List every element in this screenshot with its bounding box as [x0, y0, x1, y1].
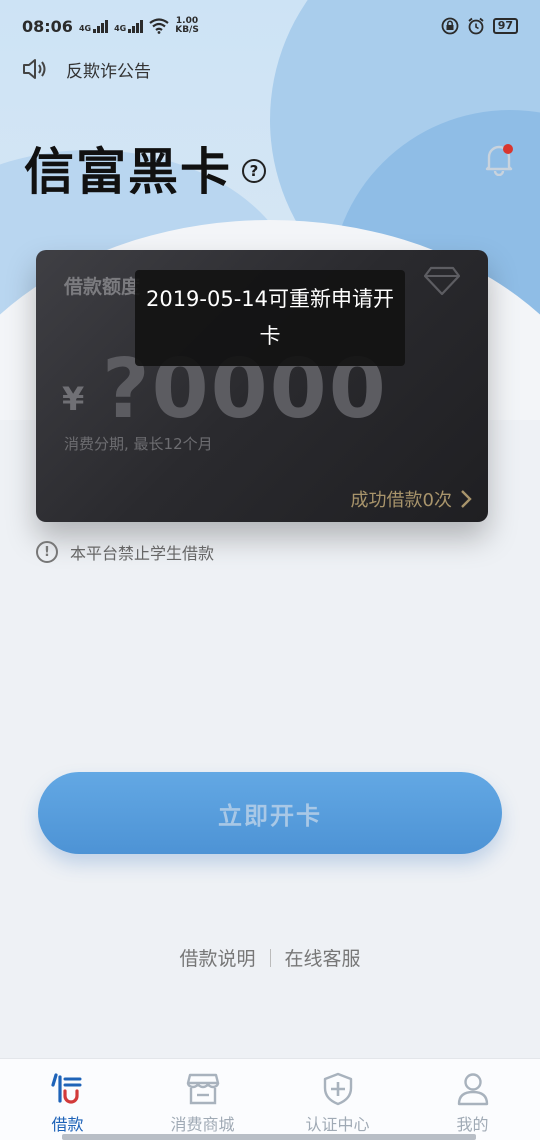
- loan-history-link[interactable]: 成功借款0次: [351, 486, 472, 512]
- link-divider: [269, 948, 271, 967]
- online-service-link[interactable]: 在线客服: [285, 944, 361, 971]
- signal-icon: 4G: [114, 19, 144, 33]
- tab-loan[interactable]: 借款: [0, 1059, 135, 1140]
- warning-icon: !: [36, 541, 58, 563]
- speed-unit: KB/S: [175, 25, 199, 35]
- wifi-icon: [149, 18, 169, 34]
- notice-text: 反欺诈公告: [66, 61, 151, 82]
- tab-certification[interactable]: 认证中心: [270, 1059, 405, 1140]
- tab-mine[interactable]: 我的: [405, 1059, 540, 1140]
- toast-message: 2019-05-14可重新申请开卡: [135, 270, 405, 366]
- user-icon: [457, 1073, 488, 1106]
- loan-count-text: 成功借款0次: [350, 490, 452, 511]
- shop-icon: [186, 1073, 219, 1105]
- lock-rotation-icon: [441, 17, 459, 35]
- speaker-icon: [23, 59, 46, 79]
- network-speed: 1.00 KB/S: [175, 17, 199, 35]
- network-type: 4G: [78, 24, 92, 33]
- tab-label: 借款: [51, 1115, 84, 1134]
- tab-label: 消费商城: [170, 1115, 235, 1134]
- tab-label: 认证中心: [305, 1115, 370, 1134]
- warning-text: 本平台禁止学生借款: [70, 544, 215, 563]
- student-warning: ! 本平台禁止学生借款: [36, 540, 214, 564]
- loan-instructions-link[interactable]: 借款说明: [179, 944, 255, 971]
- notification-bell-icon[interactable]: [484, 142, 514, 176]
- help-icon[interactable]: ?: [242, 159, 266, 183]
- currency-symbol: ¥: [62, 380, 85, 418]
- chevron-right-icon: [461, 490, 472, 508]
- diamond-icon: [424, 266, 460, 296]
- shield-plus-icon: [323, 1072, 352, 1106]
- card-limit-label: 借款额度: [64, 276, 141, 298]
- card-installment-info: 消费分期, 最长12个月: [64, 435, 213, 453]
- status-bar: 08:06 4G 4G 1.00 KB/S 97: [0, 0, 540, 52]
- page-title: 信富黑卡: [24, 143, 232, 201]
- home-indicator: [62, 1134, 476, 1140]
- tab-label: 我的: [456, 1115, 489, 1134]
- tab-shop[interactable]: 消费商城: [135, 1059, 270, 1140]
- open-card-button[interactable]: 立即开卡: [38, 772, 502, 854]
- alarm-icon: [468, 17, 484, 35]
- status-time: 08:06: [22, 16, 73, 36]
- page-title-row: 信富黑卡 ?: [24, 132, 266, 204]
- anti-fraud-notice[interactable]: 反欺诈公告: [22, 54, 151, 84]
- loan-logo-icon: [50, 1073, 81, 1104]
- footer-links: 借款说明 在线客服: [0, 944, 540, 971]
- bottom-tab-bar: 借款 消费商城 认证中心 我的: [0, 1058, 540, 1140]
- network-type: 4G: [114, 24, 127, 33]
- battery-icon: 97: [492, 18, 518, 34]
- signal-icon: 4G: [78, 19, 109, 33]
